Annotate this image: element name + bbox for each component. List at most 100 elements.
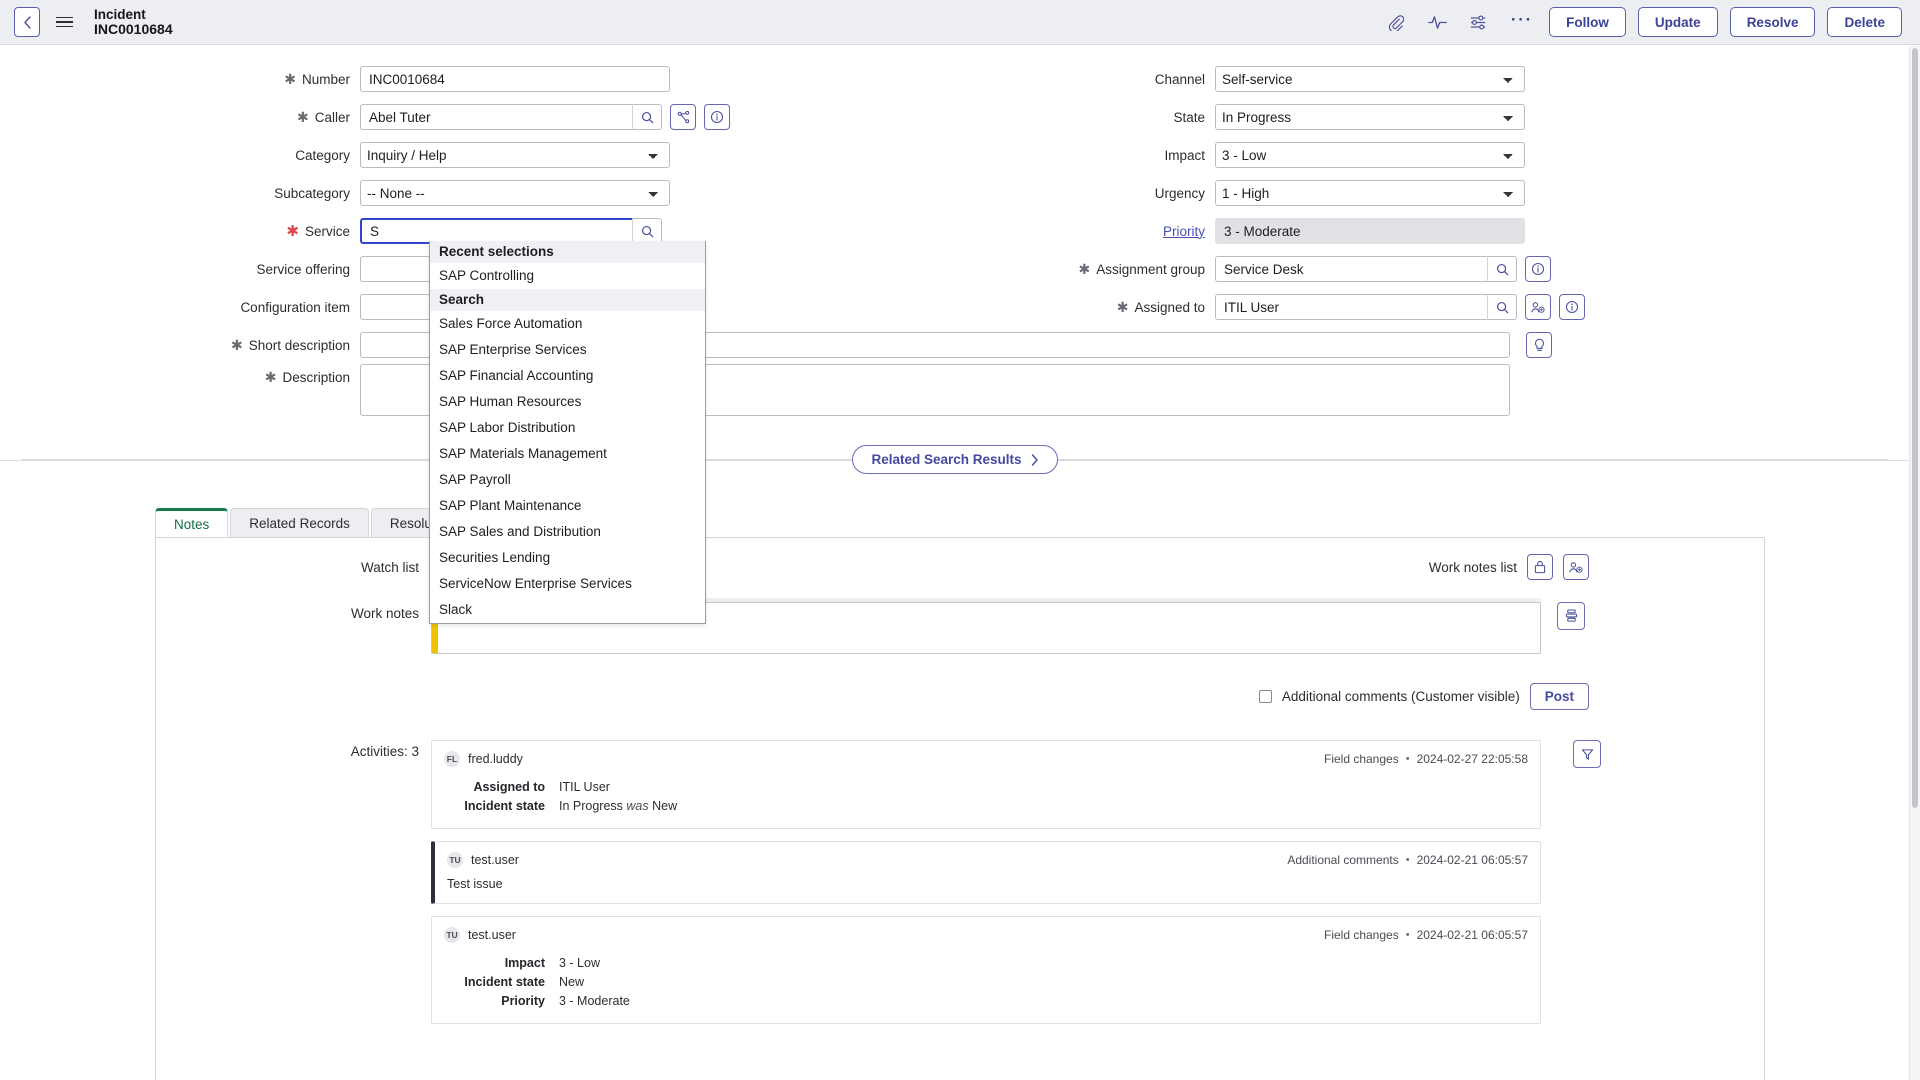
field-change-was-word: was bbox=[626, 799, 649, 813]
caller-relationship-button[interactable] bbox=[670, 104, 696, 130]
assignment-group-lookup-button[interactable] bbox=[1487, 256, 1517, 282]
field-change-key: Assigned to bbox=[473, 780, 545, 794]
page-scrollbar[interactable] bbox=[1910, 46, 1920, 1080]
record-number-label: INC0010684 bbox=[94, 20, 173, 37]
assignment-group-input[interactable] bbox=[1215, 256, 1487, 282]
activity-icon[interactable] bbox=[1427, 12, 1447, 32]
field-change-row: Incident state New bbox=[444, 973, 1528, 992]
typeahead-option[interactable]: SAP Plant Maintenance bbox=[430, 493, 705, 519]
incident-form: ✱ Number ✱ Caller bbox=[0, 46, 1910, 461]
activity-timestamp: 2024-02-21 06:05:57 bbox=[1416, 853, 1528, 867]
work-notes-list-label: Work notes list bbox=[1428, 559, 1517, 575]
field-priority: Priority bbox=[960, 212, 1720, 250]
assignment-group-info-button[interactable] bbox=[1525, 256, 1551, 282]
typeahead-option[interactable]: Slack bbox=[430, 597, 705, 623]
typeahead-option[interactable]: SAP Enterprise Services bbox=[430, 337, 705, 363]
page-scrollbar-thumb[interactable] bbox=[1912, 48, 1918, 808]
field-change-value: 3 - Low bbox=[559, 956, 600, 970]
tab-related-records[interactable]: Related Records bbox=[230, 508, 369, 537]
field-change-key: Incident state bbox=[464, 799, 545, 813]
required-asterisk-icon: ✱ bbox=[1078, 261, 1091, 277]
typeahead-option[interactable]: SAP Payroll bbox=[430, 467, 705, 493]
post-row: Additional comments (Customer visible) P… bbox=[156, 683, 1589, 710]
attachment-icon[interactable] bbox=[1385, 12, 1405, 32]
state-select[interactable]: In Progress bbox=[1215, 104, 1525, 130]
priority-link[interactable]: Priority bbox=[1163, 224, 1205, 239]
info-icon bbox=[1565, 300, 1579, 314]
typeahead-option[interactable]: SAP Financial Accounting bbox=[430, 363, 705, 389]
org-chart-icon bbox=[677, 110, 689, 123]
field-number-label: ✱ Number bbox=[284, 71, 350, 87]
activity-type: Additional comments bbox=[1287, 853, 1399, 867]
hamburger-icon bbox=[56, 16, 73, 19]
field-assigned-to: ✱ Assigned to bbox=[960, 288, 1720, 326]
caller-input[interactable] bbox=[360, 104, 632, 130]
field-urgency-label: Urgency bbox=[1154, 185, 1205, 201]
more-icon[interactable]: ⋯ bbox=[1510, 8, 1532, 32]
typeahead-option[interactable]: SAP Labor Distribution bbox=[430, 415, 705, 441]
header-icon-group: ⋯ bbox=[1385, 8, 1532, 32]
field-caller: ✱ Caller bbox=[0, 98, 760, 136]
menu-button[interactable] bbox=[56, 12, 76, 32]
service-typeahead-dropdown[interactable]: Recent selections SAP Controlling Search… bbox=[429, 241, 706, 624]
subcategory-select[interactable]: -- None -- bbox=[360, 180, 670, 206]
field-assignment-group: ✱ Assignment group bbox=[960, 250, 1720, 288]
search-icon bbox=[1496, 301, 1508, 313]
field-impact-label: Impact bbox=[1164, 147, 1205, 163]
typeahead-option[interactable]: ServiceNow Enterprise Services bbox=[430, 571, 705, 597]
typeahead-option[interactable]: SAP Human Resources bbox=[430, 389, 705, 415]
chevron-right-icon bbox=[1031, 453, 1038, 466]
field-description-label: ✱ Description bbox=[264, 369, 350, 385]
back-button[interactable] bbox=[14, 7, 40, 37]
field-channel: Channel Self-service bbox=[960, 60, 1720, 98]
activity-timestamp: 2024-02-27 22:05:58 bbox=[1416, 752, 1528, 766]
assigned-to-add-user-button[interactable] bbox=[1525, 294, 1551, 320]
typeahead-option[interactable]: SAP Controlling bbox=[430, 263, 705, 289]
typeahead-option[interactable]: Sales Force Automation bbox=[430, 311, 705, 337]
delete-button[interactable]: Delete bbox=[1827, 7, 1902, 37]
app-header: Incident INC0010684 ⋯ Follow Update Reso… bbox=[0, 0, 1920, 45]
required-asterisk-icon: ✱ bbox=[286, 222, 299, 240]
assigned-to-input[interactable] bbox=[1215, 294, 1487, 320]
additional-comments-label: Additional comments (Customer visible) bbox=[1281, 689, 1520, 704]
field-service-label: ✱ Service bbox=[286, 222, 350, 240]
related-search-results-button[interactable]: Related Search Results bbox=[852, 445, 1058, 474]
tab-notes[interactable]: Notes bbox=[155, 508, 229, 537]
activity-separator: • bbox=[1405, 753, 1410, 765]
update-button[interactable]: Update bbox=[1637, 7, 1718, 37]
work-notes-template-button[interactable] bbox=[1557, 602, 1585, 630]
required-asterisk-icon: ✱ bbox=[264, 369, 277, 385]
short-description-suggestion-button[interactable] bbox=[1526, 332, 1552, 358]
channel-select[interactable]: Self-service bbox=[1215, 66, 1525, 92]
typeahead-option[interactable]: SAP Materials Management bbox=[430, 441, 705, 467]
resolve-button[interactable]: Resolve bbox=[1729, 7, 1816, 37]
add-user-icon bbox=[1531, 301, 1545, 313]
urgency-select[interactable]: 1 - High bbox=[1215, 180, 1525, 206]
follow-button[interactable]: Follow bbox=[1549, 7, 1626, 37]
activity-entry: TU test.user Field changes • 2024-02-21 … bbox=[431, 916, 1541, 1024]
post-button[interactable]: Post bbox=[1529, 683, 1589, 710]
caller-info-button[interactable] bbox=[704, 104, 730, 130]
typeahead-option[interactable]: Securities Lending bbox=[430, 545, 705, 571]
assigned-to-lookup-button[interactable] bbox=[1487, 294, 1517, 320]
work-notes-list-group: Work notes list bbox=[1429, 554, 1589, 580]
activity-filter-button[interactable] bbox=[1573, 740, 1601, 768]
lightbulb-icon bbox=[1534, 338, 1544, 351]
category-select[interactable]: Inquiry / Help bbox=[360, 142, 670, 168]
caller-lookup-button[interactable] bbox=[632, 104, 662, 130]
number-input[interactable] bbox=[360, 66, 670, 92]
field-change-value: ITIL User bbox=[559, 780, 610, 794]
additional-comments-checkbox[interactable] bbox=[1258, 690, 1272, 703]
tab-notes-label: Notes bbox=[174, 516, 210, 532]
work-notes-add-user-button[interactable] bbox=[1563, 554, 1589, 580]
field-service-offering-label: Service offering bbox=[256, 261, 350, 277]
field-number: ✱ Number bbox=[0, 60, 760, 98]
field-change-row: Assigned to ITIL User bbox=[444, 778, 1528, 797]
assigned-to-info-button[interactable] bbox=[1559, 294, 1585, 320]
personalize-icon[interactable] bbox=[1469, 12, 1489, 32]
info-icon bbox=[710, 110, 724, 124]
field-change-key: Priority bbox=[501, 994, 545, 1008]
typeahead-option[interactable]: SAP Sales and Distribution bbox=[430, 519, 705, 545]
impact-select[interactable]: 3 - Low bbox=[1215, 142, 1525, 168]
work-notes-lock-button[interactable] bbox=[1527, 554, 1553, 580]
